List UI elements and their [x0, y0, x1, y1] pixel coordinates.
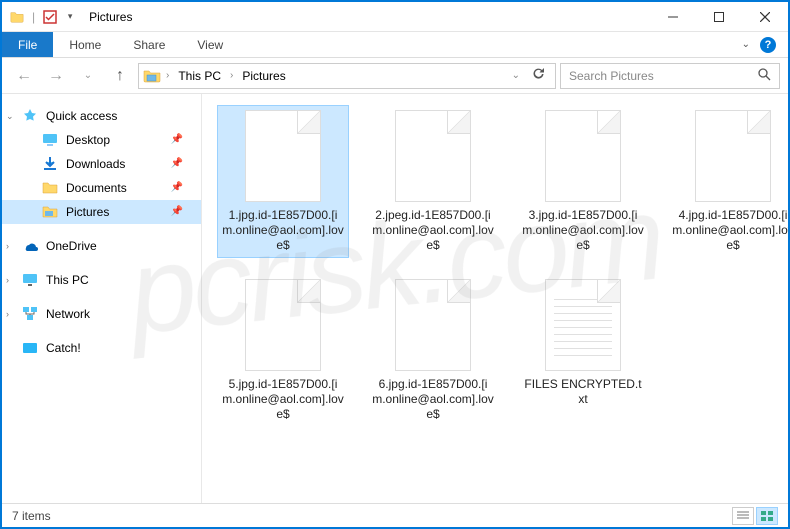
file-item[interactable]: FILES ENCRYPTED.txt	[518, 275, 648, 426]
titlebar: | ▾ Pictures	[2, 2, 788, 32]
tab-file[interactable]: File	[2, 32, 53, 57]
maximize-button[interactable]	[696, 2, 742, 32]
statusbar: 7 items	[2, 503, 788, 527]
sidebar-item-label: This PC	[46, 271, 89, 289]
sidebar-item-label: Desktop	[66, 131, 110, 149]
text-file-icon	[545, 279, 621, 371]
sidebar-this-pc[interactable]: › This PC	[2, 268, 201, 292]
documents-icon	[42, 180, 58, 196]
tab-home[interactable]: Home	[53, 32, 117, 57]
pictures-icon	[143, 68, 161, 84]
file-item[interactable]: 5.jpg.id-1E857D00.[im.online@aol.com].lo…	[218, 275, 348, 426]
sidebar-item-label: Quick access	[46, 107, 117, 125]
qat-dropdown-icon[interactable]: ▾	[63, 10, 77, 24]
onedrive-icon	[22, 238, 38, 254]
forward-button[interactable]: →	[42, 62, 70, 90]
pin-icon: 📌	[171, 179, 183, 197]
icons-view-button[interactable]	[756, 507, 778, 525]
tab-view[interactable]: View	[181, 32, 239, 57]
chevron-down-icon[interactable]: ⌄	[6, 107, 14, 125]
generic-file-icon	[695, 110, 771, 202]
file-name: 3.jpg.id-1E857D00.[im.online@aol.com].lo…	[522, 208, 644, 253]
generic-file-icon	[245, 279, 321, 371]
breadcrumb[interactable]: › This PC › Pictures ⌄	[138, 63, 556, 89]
breadcrumb-root[interactable]: This PC	[174, 67, 225, 85]
pin-icon: 📌	[171, 131, 183, 149]
file-name: 2.jpeg.id-1E857D00.[im.online@aol.com].l…	[372, 208, 494, 253]
sidebar-item-desktop[interactable]: Desktop 📌	[2, 128, 201, 152]
sidebar-network[interactable]: › Network	[2, 302, 201, 326]
navbar: ← → ⌄ ↑ › This PC › Pictures ⌄ Search Pi…	[2, 58, 788, 94]
search-placeholder: Search Pictures	[569, 69, 654, 83]
chevron-down-icon[interactable]: ⌄	[512, 70, 520, 81]
ribbon: File Home Share View ⌄ ?	[2, 32, 788, 58]
chevron-right-icon[interactable]: ›	[6, 271, 9, 289]
sidebar-item-downloads[interactable]: Downloads 📌	[2, 152, 201, 176]
file-name: 1.jpg.id-1E857D00.[im.online@aol.com].lo…	[222, 208, 344, 253]
expand-ribbon-icon[interactable]: ⌄	[742, 39, 750, 50]
sidebar-onedrive[interactable]: › OneDrive	[2, 234, 201, 258]
search-input[interactable]: Search Pictures	[560, 63, 780, 89]
sidebar-item-label: Pictures	[66, 203, 109, 221]
sidebar-item-label: Downloads	[66, 155, 125, 173]
breadcrumb-current[interactable]: Pictures	[238, 67, 289, 85]
sidebar-item-pictures[interactable]: Pictures 📌	[2, 200, 201, 224]
search-icon	[758, 68, 771, 84]
pictures-folder-icon	[42, 204, 58, 220]
details-view-button[interactable]	[732, 507, 754, 525]
sidebar: ⌄ Quick access Desktop 📌 Downloads 📌 Doc…	[2, 94, 202, 504]
pc-icon	[22, 272, 38, 288]
sidebar-item-label: OneDrive	[46, 237, 97, 255]
item-count: 7 items	[12, 509, 51, 523]
catch-icon	[22, 340, 38, 356]
file-item[interactable]: 1.jpg.id-1E857D00.[im.online@aol.com].lo…	[218, 106, 348, 257]
qat-separator: |	[32, 10, 35, 24]
up-button[interactable]: ↑	[106, 62, 134, 90]
minimize-button[interactable]	[650, 2, 696, 32]
pin-icon: 📌	[171, 203, 183, 221]
tab-share[interactable]: Share	[117, 32, 181, 57]
generic-file-icon	[395, 110, 471, 202]
file-item[interactable]: 3.jpg.id-1E857D00.[im.online@aol.com].lo…	[518, 106, 648, 257]
close-button[interactable]	[742, 2, 788, 32]
sidebar-catch[interactable]: Catch!	[2, 336, 201, 360]
chevron-right-icon[interactable]: ›	[166, 70, 169, 81]
sidebar-item-documents[interactable]: Documents 📌	[2, 176, 201, 200]
file-item[interactable]: 6.jpg.id-1E857D00.[im.online@aol.com].lo…	[368, 275, 498, 426]
help-icon[interactable]: ?	[760, 37, 776, 53]
file-name: 4.jpg.id-1E857D00.[im.online@aol.com].lo…	[672, 208, 788, 253]
folder-icon	[10, 10, 24, 24]
sidebar-item-label: Catch!	[46, 339, 81, 357]
chevron-right-icon[interactable]: ›	[6, 305, 9, 323]
star-icon	[22, 108, 38, 124]
pin-icon: 📌	[171, 155, 183, 173]
downloads-icon	[42, 156, 58, 172]
sidebar-quick-access[interactable]: ⌄ Quick access	[2, 104, 201, 128]
generic-file-icon	[395, 279, 471, 371]
back-button[interactable]: ←	[10, 62, 38, 90]
file-item[interactable]: 2.jpeg.id-1E857D00.[im.online@aol.com].l…	[368, 106, 498, 257]
chevron-right-icon[interactable]: ›	[230, 70, 233, 81]
generic-file-icon	[245, 110, 321, 202]
file-name: 6.jpg.id-1E857D00.[im.online@aol.com].lo…	[372, 377, 494, 422]
sidebar-item-label: Documents	[66, 179, 127, 197]
file-item[interactable]: 4.jpg.id-1E857D00.[im.online@aol.com].lo…	[668, 106, 788, 257]
refresh-icon[interactable]	[531, 67, 545, 84]
generic-file-icon	[545, 110, 621, 202]
network-icon	[22, 306, 38, 322]
properties-icon[interactable]	[43, 10, 57, 24]
sidebar-item-label: Network	[46, 305, 90, 323]
file-name: FILES ENCRYPTED.txt	[522, 377, 644, 407]
window-title: Pictures	[89, 10, 132, 24]
desktop-icon	[42, 132, 58, 148]
file-pane[interactable]: 1.jpg.id-1E857D00.[im.online@aol.com].lo…	[202, 94, 788, 504]
chevron-right-icon[interactable]: ›	[6, 237, 9, 255]
recent-dropdown[interactable]: ⌄	[74, 62, 102, 90]
file-name: 5.jpg.id-1E857D00.[im.online@aol.com].lo…	[222, 377, 344, 422]
